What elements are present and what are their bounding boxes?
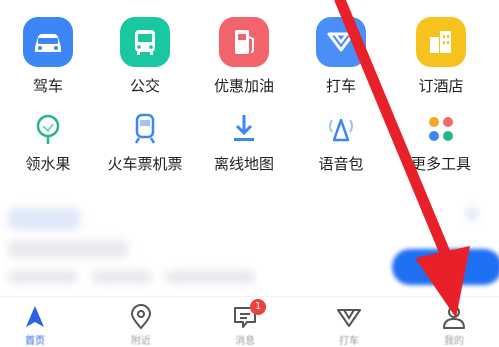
download-icon <box>227 112 261 146</box>
blurred-block <box>465 208 479 220</box>
tool-label: 打车 <box>325 77 356 95</box>
tool-taxi[interactable]: 打车 <box>296 17 386 96</box>
hotel-icon <box>416 17 466 67</box>
tool-offline-map[interactable]: 离线地图 <box>199 112 289 174</box>
blurred-block <box>8 208 80 230</box>
tool-voice-pack[interactable]: 语音包 <box>296 112 386 174</box>
blurred-block <box>8 270 78 284</box>
blurred-block <box>165 270 255 284</box>
taxi-icon <box>316 17 366 67</box>
bus-icon <box>120 17 170 67</box>
tool-label: 领水果 <box>25 155 71 173</box>
unread-badge: 1 <box>250 299 266 315</box>
tool-label: 优惠加油 <box>213 77 274 95</box>
fuel-pump-icon <box>219 17 269 67</box>
tool-fruit[interactable]: 领水果 <box>3 112 93 174</box>
tool-label: 公交 <box>129 77 160 95</box>
navigation-arrow-icon <box>22 304 48 330</box>
more-tools-icon <box>424 112 458 146</box>
tab-taxi[interactable]: 打车 <box>304 297 394 347</box>
car-icon <box>23 17 73 67</box>
tab-nearby[interactable]: 附近 <box>96 297 186 347</box>
tab-home[interactable]: 首页 <box>0 297 80 347</box>
tab-profile[interactable]: 我的 <box>409 297 499 347</box>
tab-messages[interactable]: 1 消息 <box>200 297 290 347</box>
tool-label: 语音包 <box>318 155 364 173</box>
location-pin-icon <box>128 304 154 330</box>
voice-pack-icon <box>324 112 358 146</box>
bottom-tab-bar: 首页 附近 1 消息 打车 我的 <box>0 296 499 347</box>
tool-hotel[interactable]: 订酒店 <box>396 17 486 96</box>
go-button[interactable]: 去 <box>392 249 499 285</box>
message-icon: 1 <box>232 299 266 330</box>
tool-train[interactable]: 火车票机票 <box>100 112 190 174</box>
tool-label: 订酒店 <box>418 77 464 95</box>
profile-icon <box>441 304 467 330</box>
train-icon <box>128 112 162 146</box>
tool-label: 更多工具 <box>410 155 471 173</box>
taxi-tab-icon <box>336 304 362 330</box>
fruit-tree-icon <box>31 112 65 146</box>
tool-label: 驾车 <box>32 77 63 95</box>
blurred-block <box>92 270 152 284</box>
tool-label: 火车票机票 <box>107 155 183 173</box>
tool-fuel[interactable]: 优惠加油 <box>199 17 289 96</box>
tool-bus[interactable]: 公交 <box>100 17 190 96</box>
tool-label: 离线地图 <box>213 155 274 173</box>
tool-drive[interactable]: 驾车 <box>3 17 93 96</box>
tool-more[interactable]: 更多工具 <box>396 112 486 174</box>
blurred-block <box>8 240 128 258</box>
